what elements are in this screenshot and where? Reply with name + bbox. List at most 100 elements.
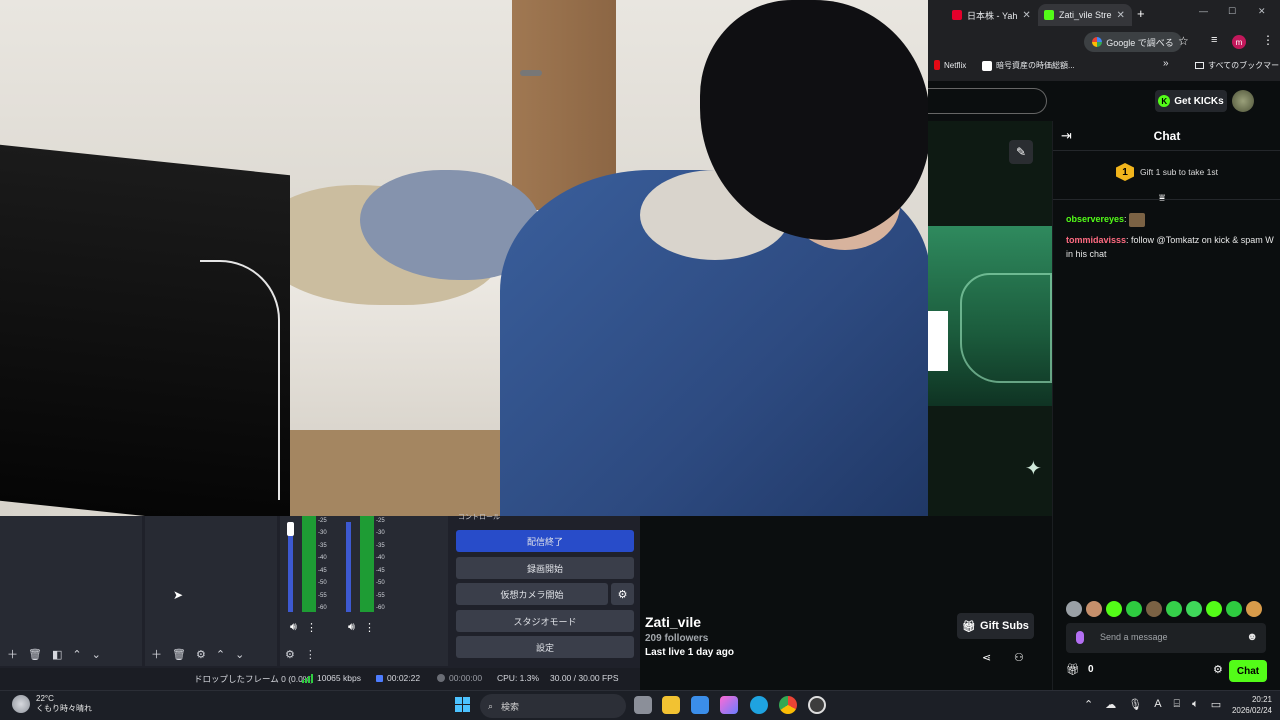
emote-bubble-icon[interactable] [1226, 601, 1242, 617]
chat-settings-gear-icon[interactable]: ⚙ [1213, 663, 1223, 676]
gift-icon[interactable]: 🎁︎ [1066, 663, 1080, 676]
chat-username[interactable]: tommidavisss [1066, 235, 1126, 245]
move-down-icon[interactable]: ⌄ [235, 648, 244, 661]
volume-icon[interactable]: 🔈︎ [1192, 698, 1199, 711]
chat-input[interactable]: Send a message ☻ [1066, 623, 1266, 653]
google-lens-button[interactable]: Google で調べる [1084, 32, 1182, 52]
bookmark-label: 暗号資産の時価総額... [996, 61, 1075, 70]
menu-icon[interactable]: ⋮ [306, 621, 317, 634]
obs-icon[interactable] [808, 696, 826, 714]
emote-eye-icon[interactable] [1186, 601, 1202, 617]
volume-slider-handle[interactable] [287, 522, 294, 536]
sparkle-icon: ✦ [1025, 458, 1042, 480]
volume-slider[interactable] [346, 522, 351, 612]
onedrive-icon[interactable]: ☁ [1105, 698, 1116, 711]
chat-panel: ⇥ Chat 1 Gift 1 sub to take 1st ⩸ observ… [1052, 121, 1280, 690]
add-icon[interactable]: ＋ [151, 646, 162, 662]
taskbar-search[interactable]: ⌕ 検索 [480, 694, 626, 718]
share-icon[interactable]: ⋖ [982, 651, 991, 664]
ime-icon[interactable]: A [1154, 698, 1161, 711]
emote-box-icon[interactable] [1146, 601, 1162, 617]
bookmark-crypto[interactable]: 暗号資産の時価総額... [982, 60, 1075, 71]
file-explorer-icon[interactable] [662, 696, 680, 714]
windows-start-icon[interactable] [455, 697, 470, 712]
maximize-button[interactable]: ☐ [1228, 6, 1236, 17]
stop-streaming-button[interactable]: 配信終了 [456, 530, 634, 552]
trash-icon[interactable]: 🗑︎ [28, 648, 42, 661]
emote-green-icon[interactable] [1106, 601, 1122, 617]
live-time: 00:02:22 [387, 673, 421, 683]
more-bookmarks-chevron-icon[interactable]: » [1163, 58, 1169, 69]
weather-widget[interactable]: 22°C くもり時々晴れ [12, 694, 92, 714]
add-user-icon[interactable]: ⚇ [1014, 651, 1024, 664]
webcam-feed [0, 0, 928, 516]
chat-username[interactable]: observereyes [1066, 214, 1124, 224]
emote-monkey-icon[interactable] [1246, 601, 1262, 617]
tab-kick[interactable]: Zati_vile Stre ✕ [1038, 4, 1132, 26]
menu-icon[interactable]: ⋮ [1262, 33, 1274, 47]
send-chat-button[interactable]: Chat [1229, 660, 1267, 682]
start-virtual-camera-button[interactable]: 仮想カメラ開始 [456, 583, 608, 605]
move-up-icon[interactable]: ⌃ [216, 648, 225, 661]
profile-avatar[interactable]: m [1232, 35, 1246, 49]
store-icon[interactable] [691, 696, 709, 714]
virtual-camera-gear-icon[interactable]: ⚙ [611, 583, 634, 605]
emote-frog-icon[interactable] [1126, 601, 1142, 617]
get-kicks-button[interactable]: K Get KICKs [1155, 90, 1227, 112]
db-label: -40 [376, 555, 385, 561]
emote-chat-icon[interactable] [1166, 601, 1182, 617]
kick-favicon-icon [1044, 10, 1054, 20]
show-hidden-icon[interactable]: ⌃ [1084, 698, 1093, 711]
user-avatar[interactable] [1232, 90, 1254, 112]
speaker-icon[interactable]: 🔊︎ [290, 621, 297, 634]
copilot-icon[interactable] [720, 696, 738, 714]
menu-icon[interactable]: ⋮ [305, 648, 316, 661]
tab-yahoo[interactable]: 日本株 - Yah ✕ [946, 4, 1038, 26]
start-recording-button[interactable]: 録画開始 [456, 557, 634, 579]
db-label: -50 [376, 580, 385, 586]
trash-icon[interactable]: 🗑︎ [172, 648, 186, 661]
add-icon[interactable]: ＋ [7, 646, 18, 662]
filter-icon[interactable]: ◧ [52, 648, 62, 661]
close-icon[interactable]: ✕ [1117, 10, 1125, 21]
edit-pencil-icon[interactable]: ✎ [1009, 140, 1033, 164]
emote-blob-icon[interactable] [1206, 601, 1222, 617]
speaker-icon[interactable]: 🔊︎ [348, 621, 355, 634]
minimize-button[interactable]: — [1199, 6, 1208, 16]
chrome-icon[interactable] [779, 696, 797, 714]
gift-subs-button[interactable]: 🎁︎ Gift Subs [957, 613, 1034, 639]
bookmark-star-icon[interactable]: ☆ [1178, 34, 1189, 48]
move-up-icon[interactable]: ⌃ [72, 648, 81, 661]
reading-list-icon[interactable]: ≡ [1211, 34, 1217, 46]
kick-search-input[interactable] [928, 88, 1047, 114]
window-close-button[interactable]: ✕ [1258, 6, 1266, 17]
emote-face-icon[interactable] [1086, 601, 1102, 617]
advanced-audio-icon[interactable]: ⚙ [285, 648, 295, 661]
controls-dock-title: コントロール [458, 514, 500, 521]
move-down-icon[interactable]: ⌄ [92, 648, 101, 661]
mic-icon[interactable] [1076, 631, 1084, 644]
new-tab-button[interactable]: + [1137, 6, 1145, 21]
emoji-picker-icon[interactable]: ☻ [1246, 631, 1258, 643]
gift-leaderboard[interactable]: 1 Gift 1 sub to take 1st [1053, 161, 1280, 183]
bookmark-all[interactable]: すべてのブックマーク [1195, 60, 1280, 71]
task-view-icon[interactable] [634, 696, 652, 714]
emote-cat-icon[interactable] [1066, 601, 1082, 617]
audio-meter [360, 516, 374, 612]
emote-bar [1066, 601, 1276, 619]
video-player[interactable]: ✎ ✦ [928, 121, 1052, 516]
menu-icon[interactable]: ⋮ [364, 621, 375, 634]
clock-time: 20:21 [1251, 695, 1272, 704]
edge-icon[interactable] [750, 696, 768, 714]
gear-icon[interactable]: ⚙ [196, 648, 206, 661]
mic-icon[interactable]: 🎙︎ [1128, 698, 1142, 711]
bookmark-netflix[interactable]: Netflix [934, 60, 966, 70]
clock[interactable]: 20:21 2026/02/24 [1218, 694, 1272, 716]
settings-button[interactable]: 設定 [456, 636, 634, 658]
mixer-controls: 🔊︎ ⋮ [290, 621, 317, 634]
network-icon[interactable]: ⌸ [1174, 698, 1181, 711]
db-label: -45 [376, 568, 385, 574]
close-icon[interactable]: ✕ [1022, 10, 1030, 21]
studio-mode-button[interactable]: スタジオモード [456, 610, 634, 632]
channel-name[interactable]: Zati_vile [645, 614, 701, 630]
